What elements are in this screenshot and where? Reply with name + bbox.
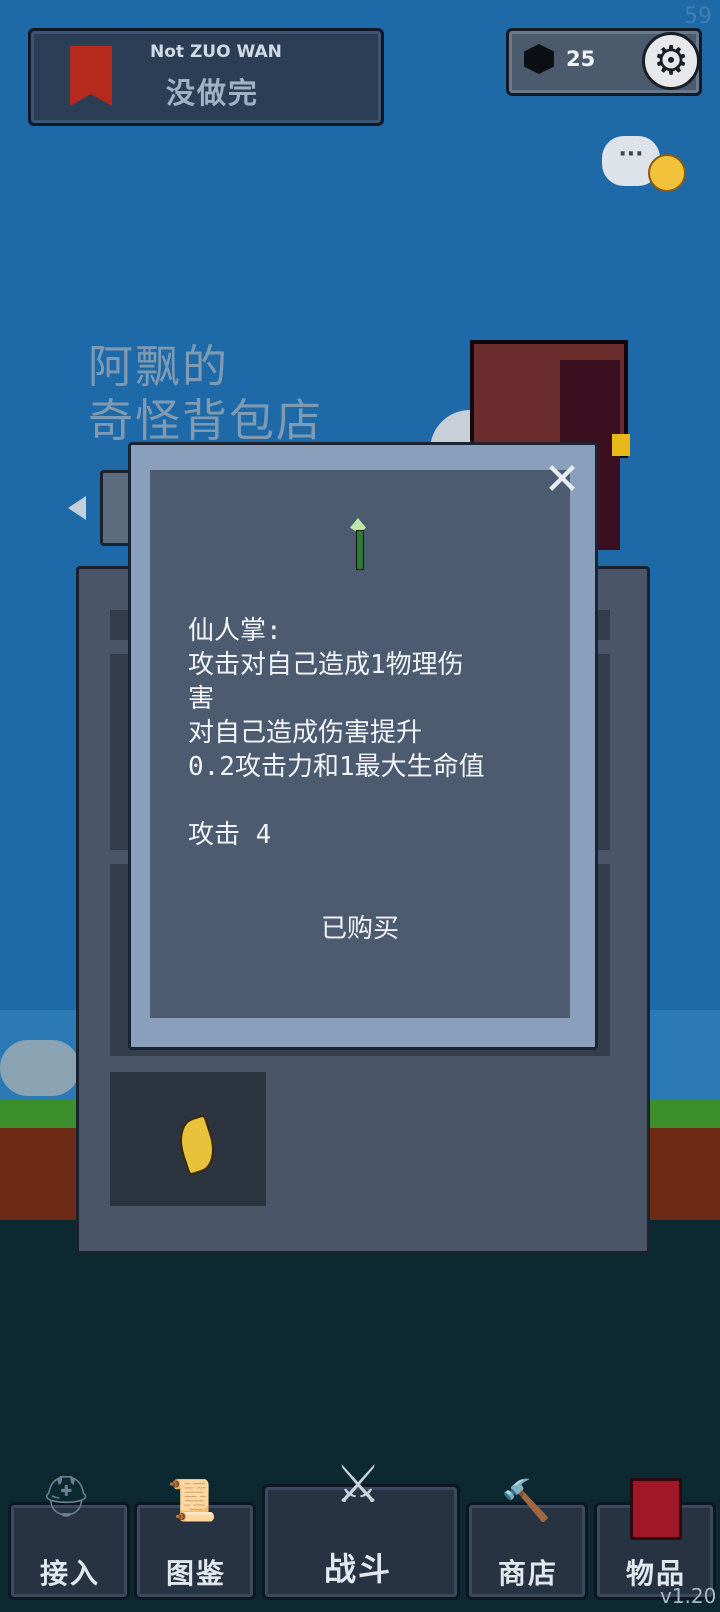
banner-title: 没做完 bbox=[166, 76, 260, 110]
chevron-left-icon[interactable] bbox=[68, 496, 86, 520]
chat-dots: ··· bbox=[618, 142, 644, 167]
close-icon[interactable]: ✕ bbox=[542, 458, 582, 502]
item-effect-line: 0.2攻击力和1最大生命值 bbox=[188, 752, 485, 782]
nav-label-battle: 战斗 bbox=[323, 1550, 392, 1588]
item-effect-line: 攻击对自己造成1物理伤 bbox=[188, 650, 464, 680]
shop-title-line2: 奇怪背包店 bbox=[88, 394, 324, 447]
nav-label-codex: 图鉴 bbox=[165, 1557, 226, 1590]
cactus-icon bbox=[350, 518, 366, 570]
version-label: v1.20 bbox=[660, 1584, 717, 1608]
item-attack-line: 攻击 4 bbox=[188, 820, 272, 850]
nav-label-shop: 商店 bbox=[497, 1557, 558, 1590]
nav-label-connect: 接入 bbox=[39, 1557, 100, 1590]
gem-count: 25 bbox=[566, 47, 596, 71]
helmet-icon: ⛑ bbox=[40, 1474, 92, 1520]
crossed-swords-icon: ⚔ bbox=[334, 1455, 382, 1515]
fps-counter: 59 bbox=[684, 4, 712, 29]
scroll-icon: 📜 bbox=[167, 1478, 217, 1524]
item-description: 仙人掌: 攻击对自己造成1物理伤 害 对自己造成伤害提升 0.2攻击力和1最大生… bbox=[188, 614, 548, 852]
shop-title: 阿飘的 奇怪背包店 bbox=[88, 340, 323, 448]
item-effect-line: 害 bbox=[188, 684, 215, 714]
item-effect-line: 对自己造成伤害提升 bbox=[188, 718, 423, 748]
smile-icon bbox=[648, 154, 686, 192]
item-name-line: 仙人掌: bbox=[188, 616, 282, 646]
banner-subtitle: Not ZUO WAN bbox=[150, 42, 282, 62]
cloud bbox=[0, 1040, 80, 1096]
coin-icon bbox=[612, 434, 630, 456]
gear-icon[interactable]: ⚙ bbox=[642, 32, 700, 90]
purchased-status: 已购买 bbox=[320, 914, 399, 944]
shop-title-line1: 阿飘的 bbox=[88, 340, 230, 393]
item-blank-line bbox=[188, 784, 548, 818]
hammer-icon: 🔨 bbox=[501, 1478, 551, 1524]
spellbook-icon bbox=[630, 1478, 682, 1540]
